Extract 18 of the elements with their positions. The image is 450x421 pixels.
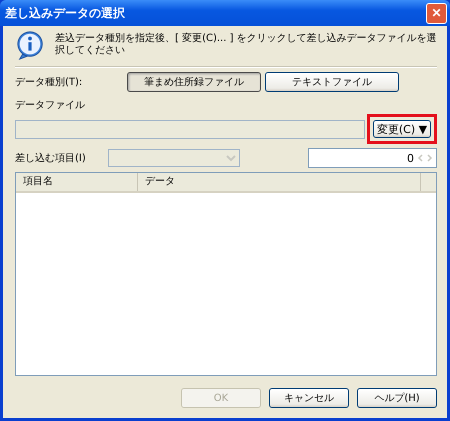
close-button[interactable]: ✕ [426, 2, 447, 24]
count-spinner[interactable]: 0 [308, 148, 437, 168]
data-type-toggle[interactable]: 筆まめ住所録ファイル [127, 72, 261, 92]
change-button[interactable]: 変更(C) ▼ [373, 120, 431, 138]
dialog-button[interactable]: キャンセル [269, 388, 349, 408]
spin-arrows-icon [415, 152, 435, 164]
column-header[interactable]: データ [138, 173, 421, 191]
data-file-label: データファイル [15, 99, 86, 112]
info-icon [15, 30, 45, 60]
merge-item-label: 差し込む項目(I) [15, 152, 87, 165]
column-header[interactable]: 項目名 [16, 173, 138, 191]
data-type-toggle[interactable]: テキストファイル [265, 72, 399, 92]
instruction-text: 差込データ種別を指定後、[ 変更(C)... ] をクリックして差し込みデータファイルを選択してください [55, 32, 437, 57]
data-file-field[interactable] [15, 120, 365, 138]
window-title: 差し込みデータの選択 [5, 4, 125, 22]
dialog-button[interactable]: ヘルプ(H) [357, 388, 437, 408]
data-type-label: データ種別(T): [15, 76, 84, 89]
count-value: 0 [407, 152, 414, 164]
